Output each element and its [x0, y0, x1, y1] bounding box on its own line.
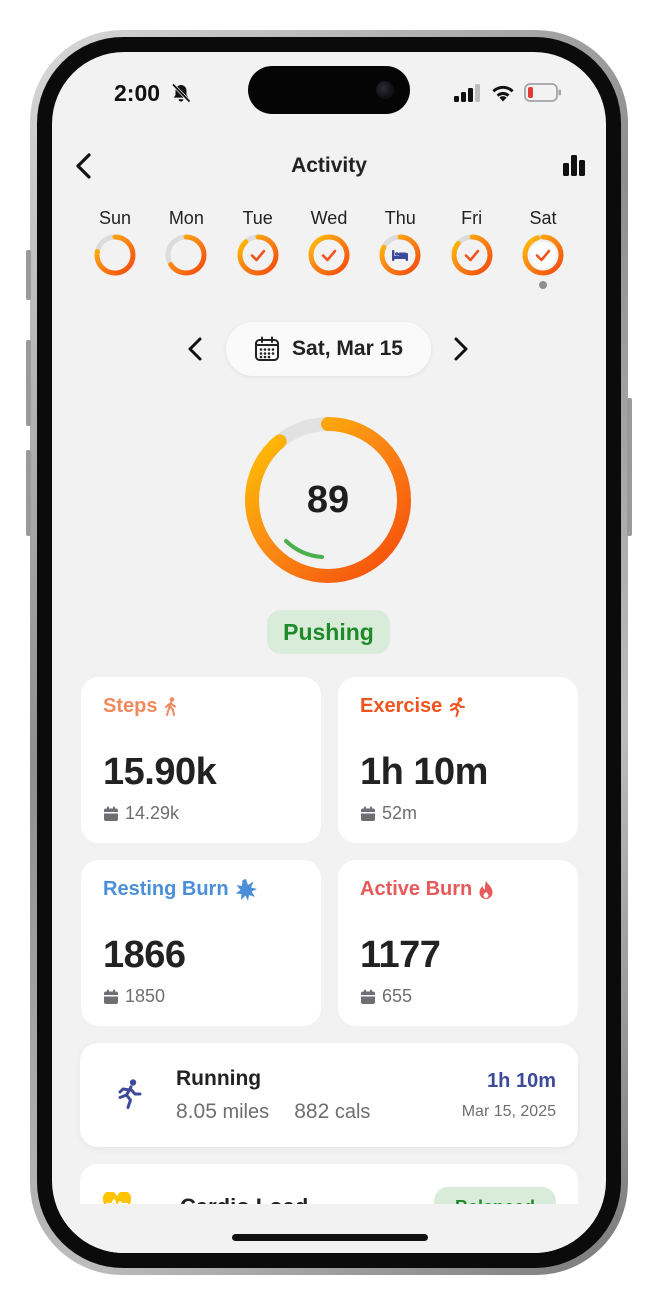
volume-down-button: [26, 450, 31, 536]
score-value: 89: [306, 479, 350, 521]
walking-icon: [165, 696, 177, 716]
running-icon: [118, 1079, 142, 1109]
screen: 2:00 Activity Sun Mon Tue Wed Thu Fri Sa…: [52, 52, 606, 1253]
calendar-icon: [104, 806, 118, 821]
active-burn-card[interactable]: Active Burn 1177 655: [338, 860, 578, 1026]
dynamic-island: [248, 66, 410, 114]
workout-distance-unit: miles: [222, 1101, 270, 1123]
day-fri[interactable]: Fri: [447, 208, 497, 289]
status-icons: [454, 83, 562, 102]
day-label: Fri: [461, 208, 483, 228]
steps-card[interactable]: Steps 15.90k 14.29k: [81, 677, 321, 843]
steps-title: Steps: [103, 695, 299, 718]
day-label: Thu: [384, 208, 416, 228]
workout-date: Mar 15, 2025: [461, 1103, 556, 1120]
day-ring: [237, 234, 279, 276]
active-burn-sub: 655: [360, 986, 412, 1007]
workout-calories: 882: [294, 1100, 330, 1123]
previous-day-button[interactable]: [186, 336, 204, 362]
exercise-title: Exercise: [360, 695, 556, 718]
day-label: Tue: [242, 208, 273, 228]
volume-up-button: [26, 340, 31, 426]
workout-distance: 8.05: [176, 1100, 217, 1123]
next-day-button[interactable]: [452, 336, 470, 362]
exercise-value: 1h 10m: [360, 751, 488, 793]
cellular-signal-icon: [454, 83, 480, 102]
day-ring: [451, 234, 493, 276]
starburst-icon: [235, 878, 257, 901]
day-sun[interactable]: Sun: [90, 208, 140, 289]
status-badge: Pushing: [267, 610, 390, 654]
day-label: Sun: [98, 208, 132, 228]
exercise-average: 52m: [382, 803, 418, 823]
day-sat[interactable]: Sat: [518, 208, 568, 289]
workout-title: Running: [176, 1067, 262, 1090]
camera-icon: [376, 81, 394, 99]
day-tue[interactable]: Tue: [233, 208, 283, 289]
action-button: [26, 250, 31, 300]
status-time: 2:00: [114, 80, 161, 106]
running-icon: [450, 696, 466, 717]
calendar-icon: [255, 336, 280, 361]
day-ring: [308, 234, 350, 276]
steps-value: 15.90k: [103, 751, 217, 793]
flame-icon: [479, 880, 493, 899]
workout-row[interactable]: Running 8.05 miles 882 cals 1h 10m Mar 1…: [80, 1043, 578, 1147]
workout-stats: 8.05 miles 882 cals: [176, 1100, 370, 1124]
date-label: Sat, Mar 15: [292, 337, 403, 360]
selected-day-indicator: [538, 281, 547, 289]
workout-duration: 1h 10m: [487, 1070, 556, 1092]
active-burn-label: Active Burn: [360, 878, 473, 900]
bar-chart-icon[interactable]: [562, 153, 586, 177]
day-ring: [165, 234, 207, 276]
day-label: Wed: [310, 208, 348, 228]
day-label: Mon: [168, 208, 204, 228]
resting-burn-average: 1850: [125, 986, 166, 1006]
steps-average: 14.29k: [125, 803, 180, 823]
active-burn-title: Active Burn: [360, 878, 556, 901]
steps-label: Steps: [103, 695, 158, 717]
day-mon[interactable]: Mon: [161, 208, 211, 289]
week-selector: Sun Mon Tue Wed Thu Fri Sat: [90, 208, 568, 289]
day-ring: [379, 234, 421, 276]
home-indicator[interactable]: [232, 1234, 428, 1241]
day-ring: [522, 234, 564, 276]
resting-burn-label: Resting Burn: [103, 878, 229, 900]
resting-burn-sub: 1850: [103, 986, 165, 1007]
power-button: [627, 398, 632, 536]
exercise-label: Exercise: [360, 695, 443, 717]
date-pill[interactable]: Sat, Mar 15: [226, 322, 431, 376]
day-label: Sat: [529, 208, 557, 228]
exercise-sub: 52m: [360, 803, 417, 824]
resting-burn-value: 1866: [103, 934, 186, 976]
day-thu[interactable]: Thu: [375, 208, 425, 289]
resting-burn-title: Resting Burn: [103, 878, 299, 901]
date-picker: Sat, Mar 15: [52, 322, 606, 376]
page-title: Activity: [291, 154, 367, 177]
steps-sub: 14.29k: [103, 803, 179, 824]
calendar-icon: [361, 806, 375, 821]
workout-calories-unit: cals: [334, 1101, 371, 1123]
active-burn-value: 1177: [360, 934, 441, 976]
battery-low-icon: [524, 83, 561, 102]
calendar-icon: [104, 989, 118, 1004]
bottom-fade: [52, 1204, 606, 1253]
wifi-icon: [492, 85, 514, 102]
calendar-icon: [361, 989, 375, 1004]
day-wed[interactable]: Wed: [304, 208, 354, 289]
bell-slash-icon: [171, 83, 191, 103]
active-burn-average: 655: [382, 986, 413, 1006]
exercise-card[interactable]: Exercise 1h 10m 52m: [338, 677, 578, 843]
day-ring: [94, 234, 136, 276]
resting-burn-card[interactable]: Resting Burn 1866 1850: [81, 860, 321, 1026]
